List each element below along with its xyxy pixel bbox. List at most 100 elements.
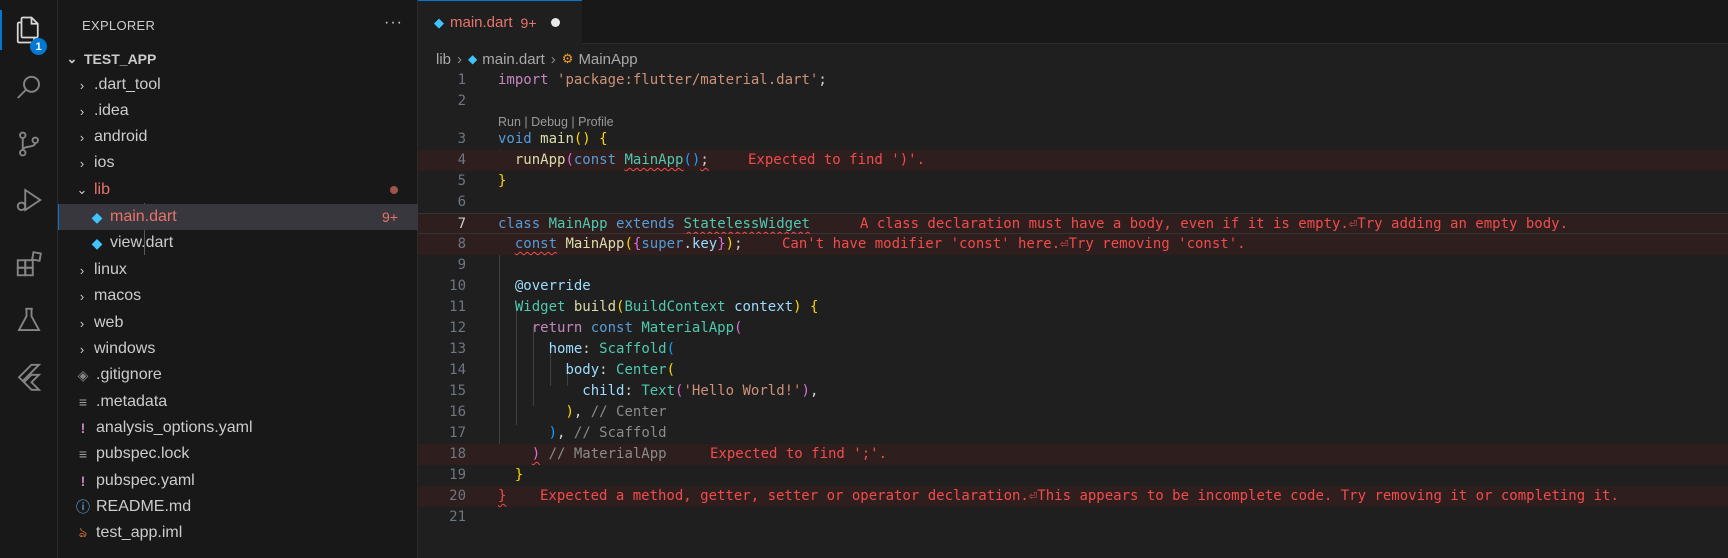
line-number: 16 <box>449 404 466 420</box>
breadcrumb-item[interactable]: MainApp <box>578 51 637 68</box>
tree-item-pubspec-lock[interactable]: ≡ pubspec.lock <box>58 441 418 467</box>
code-line: 16 ), // Center <box>418 402 1728 423</box>
tree-item-idea[interactable]: › .idea <box>58 98 418 124</box>
tree-item-label: view.dart <box>110 234 174 251</box>
editor-area: ◆ main.dart 9+ lib › ◆ main.dart › ⚙ Mai… <box>418 0 1728 558</box>
tree-item-readme[interactable]: ⓘ README.md <box>58 494 418 520</box>
chevron-right-icon: › <box>79 155 85 171</box>
explorer-badge: 1 <box>30 38 47 55</box>
code-text: class MainApp extends StatelessWidget <box>498 216 810 232</box>
breadcrumb-item[interactable]: lib <box>436 51 451 68</box>
search-icon[interactable] <box>0 64 58 112</box>
source-control-icon[interactable] <box>0 120 58 168</box>
tree-item-label: pubspec.lock <box>96 445 190 462</box>
explorer-sidebar: EXPLORER ··· ⌄ TEST_APP › .dart_tool › .… <box>58 0 418 558</box>
line-number: 18 <box>449 446 466 462</box>
code-line: 12 return const MaterialApp( <box>418 318 1728 339</box>
tree-item-label: macos <box>94 287 142 304</box>
code-text: Widget build(BuildContext context) { <box>514 299 819 315</box>
modified-dot <box>390 186 398 194</box>
tree-item-view-dart[interactable]: ◆ view.dart <box>58 230 418 256</box>
code-text: import 'package:flutter/material.dart'; <box>498 72 827 88</box>
tree-item-label: lib <box>94 181 111 198</box>
chevron-right-icon: › <box>457 50 463 68</box>
chevron-down-icon: ⌄ <box>76 182 88 197</box>
explorer-title: EXPLORER <box>82 17 156 33</box>
chevron-right-icon: › <box>550 50 556 68</box>
tree-item-label: main.dart <box>110 208 177 225</box>
breadcrumb: lib › ◆ main.dart › ⚙ MainApp <box>436 48 638 70</box>
more-actions-icon[interactable]: ··· <box>384 14 403 32</box>
code-line: 10 @override <box>418 276 1728 297</box>
tree-item-web[interactable]: › web <box>58 310 418 336</box>
chevron-right-icon: › <box>79 129 85 145</box>
tab-bar: ◆ main.dart 9+ <box>418 0 1728 44</box>
tree-item-dart-tool[interactable]: › .dart_tool <box>58 72 418 98</box>
code-text: const MainApp({super.key}); <box>514 236 743 252</box>
tree-item-label: web <box>94 314 124 331</box>
run-debug-icon[interactable] <box>0 176 58 224</box>
chevron-right-icon: › <box>79 315 85 331</box>
line-number: 12 <box>449 320 466 336</box>
files-icon[interactable]: 1 <box>0 6 58 55</box>
error-diagnostic: Can't have modifier 'const' here.⏎Try re… <box>782 236 1246 252</box>
code-text: ), // Center <box>565 404 667 420</box>
tree-item-linux[interactable]: › linux <box>58 257 418 283</box>
rss-icon: ঌ <box>78 524 88 540</box>
chevron-down-icon: ⌄ <box>66 51 78 66</box>
tree-item-label: .dart_tool <box>94 76 161 93</box>
line-number: 20 <box>449 488 466 504</box>
error-diagnostic: Expected to find ';'. <box>710 446 888 462</box>
line-number: 1 <box>457 72 466 88</box>
tree-item-android[interactable]: › android <box>58 124 418 150</box>
tree-item-lib[interactable]: ⌄ lib <box>58 177 418 203</box>
tree-item-label: .idea <box>94 102 129 119</box>
dart-file-icon: ◆ <box>434 14 444 30</box>
extensions-icon[interactable] <box>0 240 58 288</box>
code-line: 6 <box>418 192 1728 213</box>
code-text: runApp(const MainApp(); <box>514 152 709 168</box>
tree-item-macos[interactable]: › macos <box>58 283 418 309</box>
code-text: } <box>514 467 524 483</box>
code-line: 3 void main() { <box>418 129 1728 150</box>
tree-item-ios[interactable]: › ios <box>58 150 418 176</box>
code-line: 4 runApp(const MainApp(); Expected to fi… <box>418 150 1728 171</box>
code-line: 17 ), // Scaffold <box>418 423 1728 444</box>
tree-item-label: pubspec.yaml <box>96 472 195 489</box>
unsaved-dot-icon[interactable] <box>550 18 560 27</box>
code-line: 13 home: Scaffold( <box>418 339 1728 360</box>
tab-main-dart[interactable]: ◆ main.dart 9+ <box>418 0 582 44</box>
code-text: body: Center( <box>565 362 676 378</box>
line-number: 3 <box>457 131 466 147</box>
chevron-right-icon: › <box>79 288 85 304</box>
tree-item-test-app-iml[interactable]: ঌ test_app.iml <box>58 520 418 546</box>
line-number: 4 <box>457 152 466 168</box>
workspace-root-label: TEST_APP <box>84 51 157 67</box>
line-number: 15 <box>449 383 466 399</box>
tree-item-metadata[interactable]: ≡ .metadata <box>58 389 418 415</box>
code-text: ), // Scaffold <box>548 425 667 441</box>
tree-item-label: linux <box>94 261 127 278</box>
tree-item-main-dart[interactable]: ◆ main.dart 9+ <box>58 204 418 230</box>
breadcrumb-item[interactable]: main.dart <box>482 51 545 68</box>
code-line: 9 <box>418 255 1728 276</box>
code-text: home: Scaffold( <box>548 341 676 357</box>
code-line: 5 } <box>418 171 1728 192</box>
line-number: 9 <box>457 257 466 273</box>
code-line: 14 body: Center( <box>418 360 1728 381</box>
flutter-icon[interactable] <box>0 352 58 400</box>
tree-item-gitignore[interactable]: ◈ .gitignore <box>58 362 418 388</box>
code-text: return const MaterialApp( <box>531 320 743 336</box>
dart-file-icon: ◆ <box>468 52 478 66</box>
line-number: 14 <box>449 362 466 378</box>
tree-item-pubspec-yaml[interactable]: ! pubspec.yaml <box>58 468 418 494</box>
code-line: 11 Widget build(BuildContext context) { <box>418 297 1728 318</box>
tree-item-windows[interactable]: › windows <box>58 336 418 362</box>
line-number: 10 <box>449 278 466 294</box>
testing-icon[interactable] <box>0 296 58 344</box>
tree-item-analysis-options[interactable]: ! analysis_options.yaml <box>58 415 418 441</box>
code-text: ) // MaterialApp <box>531 446 667 462</box>
tree-item-label: .metadata <box>96 393 168 410</box>
workspace-root[interactable]: ⌄ TEST_APP <box>58 46 418 72</box>
chevron-right-icon: › <box>79 262 85 278</box>
